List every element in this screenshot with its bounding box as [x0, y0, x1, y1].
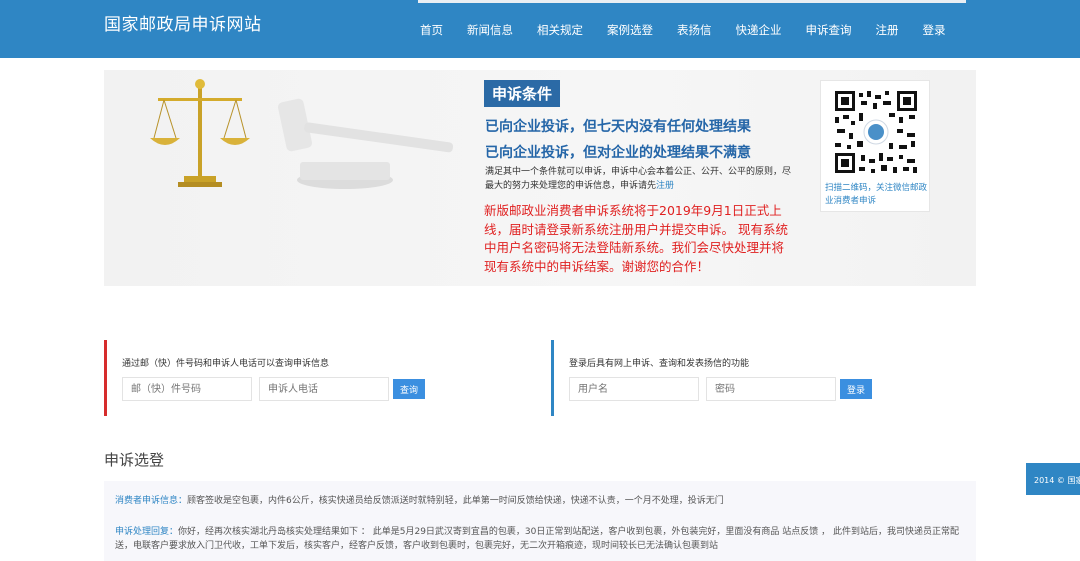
top-strip [418, 0, 966, 3]
case-complaint-entry: 消费者申诉信息：顾客签收是空包裹，内件6公斤，核实快递员给反馈派送时就特别轻，此… [115, 494, 971, 508]
register-link[interactable]: 注册 [656, 181, 674, 191]
nav-express-companies[interactable]: 快递企业 [736, 22, 782, 38]
login-panel-title: 登录后具有网上申诉、查询和发表扬信的功能 [569, 359, 750, 369]
site-title[interactable]: 国家邮政局申诉网站 [104, 10, 262, 35]
complaint-text: 顾客签收是空包裹，内件6公斤，核实快递员给反馈派送时就特别轻，此单第一时间反馈给… [187, 496, 724, 506]
qr-caption: 扫描二维码，关注微信邮政业消费者申诉 [825, 183, 928, 206]
condition-1: 已向企业投诉，但七天内没有任何处理结果 [485, 119, 751, 135]
reply-text: 你好，经再次核实湖北丹岛核实处理结果如下 ： 此单是5月29日武汉寄到宜昌的包裹… [115, 527, 959, 551]
conditions-description: 满足其中一个条件就可以申诉，申诉中心会本着公正、公开、公平的原则，尽最大的努力来… [485, 165, 795, 193]
nav-regulations[interactable]: 相关规定 [537, 22, 583, 38]
username-input[interactable] [569, 377, 699, 401]
nav-cases[interactable]: 案例选登 [607, 22, 653, 38]
qr-code-icon[interactable] [833, 89, 919, 175]
nav-register[interactable]: 注册 [876, 22, 899, 38]
password-input[interactable] [706, 377, 836, 401]
complaint-label: 消费者申诉信息： [115, 496, 188, 506]
floating-side-tab[interactable]: 2014 © 国家 [1026, 463, 1080, 495]
panel-accent-bar [104, 340, 107, 416]
cases-section-title: 申诉选登 [104, 451, 165, 469]
nav-login[interactable]: 登录 [923, 22, 946, 38]
reply-label: 申诉处理回复： [115, 527, 179, 537]
nav-news[interactable]: 新闻信息 [467, 22, 513, 38]
nav-praise[interactable]: 表扬信 [677, 22, 712, 38]
main-nav: 首页 新闻信息 相关规定 案例选登 表扬信 快递企业 申诉查询 注册 登录 [420, 22, 970, 38]
complainant-phone-input[interactable] [259, 377, 389, 401]
condition-2: 已向企业投诉，但对企业的处理结果不满意 [485, 145, 751, 161]
panel-accent-bar [551, 340, 554, 416]
gavel-icon [278, 98, 454, 189]
mail-number-input[interactable] [122, 377, 252, 401]
top-navbar: 国家邮政局申诉网站 首页 新闻信息 相关规定 案例选登 表扬信 快递企业 申诉查… [0, 0, 1080, 58]
nav-home[interactable]: 首页 [420, 22, 443, 38]
nav-complaint-query[interactable]: 申诉查询 [806, 22, 852, 38]
login-button[interactable]: 登录 [840, 379, 873, 399]
scale-icon [150, 79, 250, 187]
query-button[interactable]: 查询 [393, 379, 426, 399]
conditions-tag: 申诉条件 [484, 80, 561, 107]
justice-scale-gavel-illustration [150, 79, 454, 189]
system-notice: 新版邮政业消费者申诉系统将于2019年9月1日正式上线，届时请登录新系统注册用户… [484, 203, 788, 274]
conditions-description-text: 满足其中一个条件就可以申诉，申诉中心会本着公正、公开、公平的原则，尽最大的努力来… [485, 167, 792, 191]
complaint-query-panel: 通过邮（快）件号码和申诉人电话可以查询申诉信息 查询 [104, 340, 534, 416]
query-panel-title: 通过邮（快）件号码和申诉人电话可以查询申诉信息 [122, 359, 330, 369]
case-reply-entry: 申诉处理回复：你好，经再次核实湖北丹岛核实处理结果如下 ： 此单是5月29日武汉… [115, 525, 971, 553]
login-panel: 登录后具有网上申诉、查询和发表扬信的功能 登录 [551, 340, 981, 416]
wechat-qr-card: 扫描二维码，关注微信邮政业消费者申诉 [820, 80, 930, 212]
